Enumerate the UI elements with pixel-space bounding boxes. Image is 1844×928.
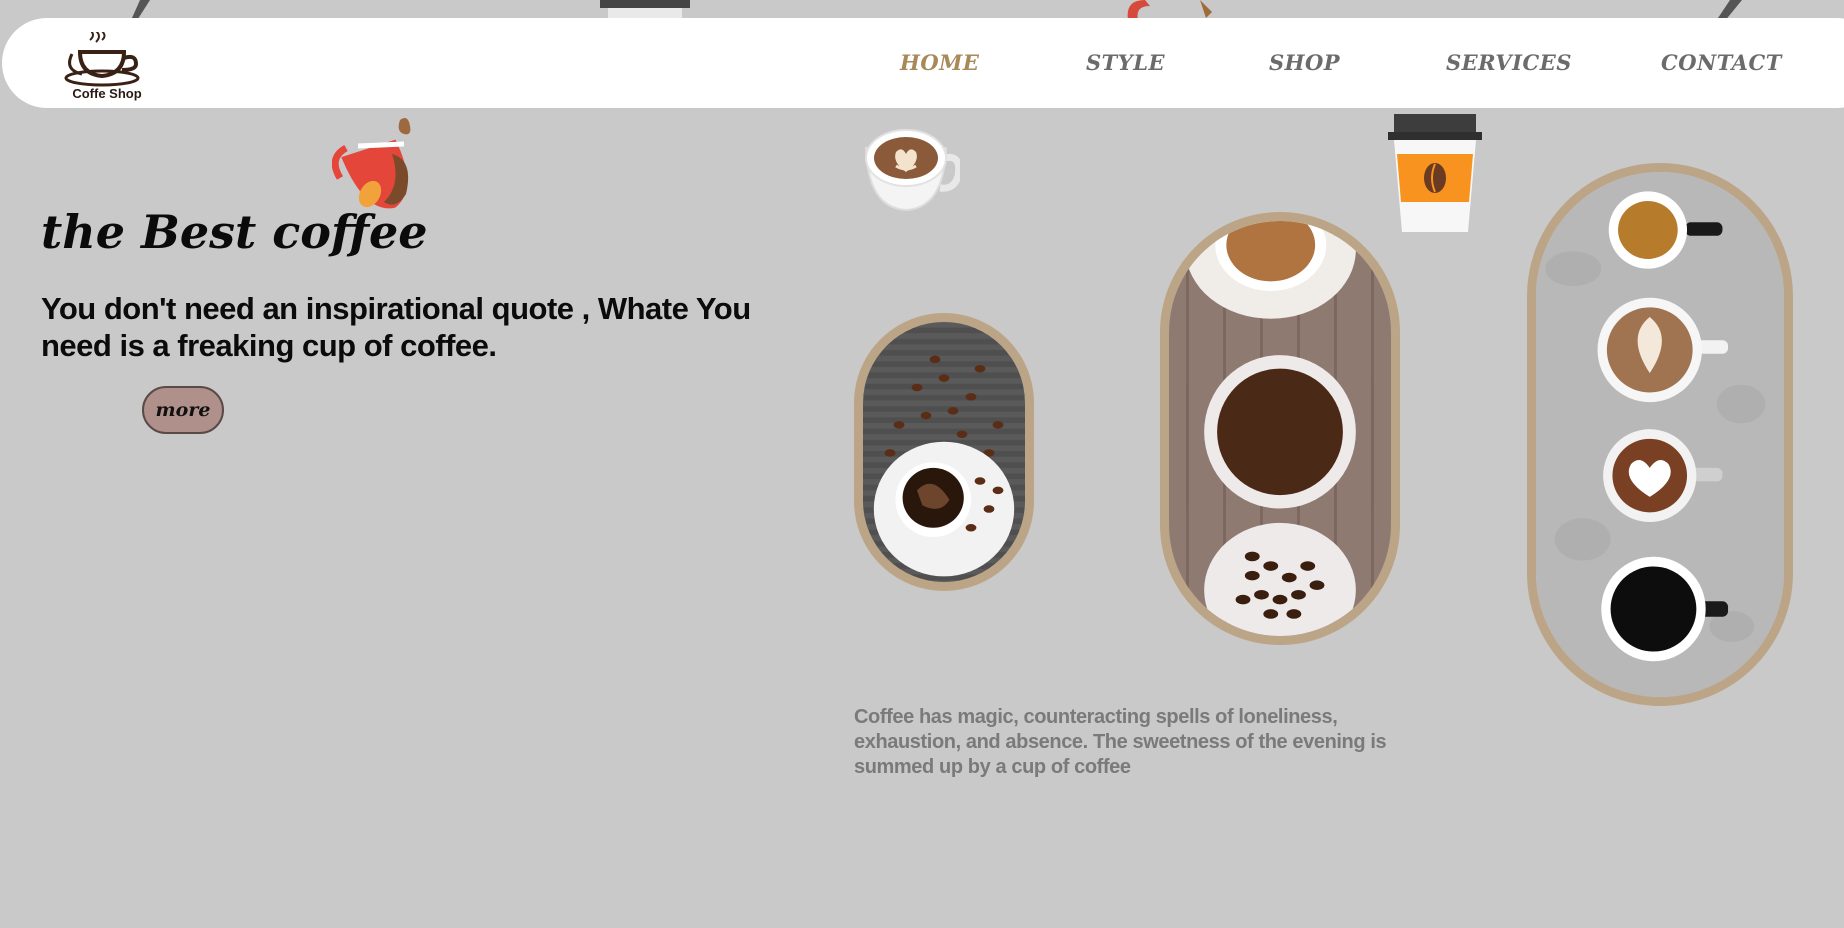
nav-home[interactable]: HOME xyxy=(900,50,979,75)
navbar: Coffe Shop HOME STYLE SHOP SERVICES CONT… xyxy=(2,18,1844,108)
nav-services[interactable]: SERVICES xyxy=(1446,50,1572,75)
hero-subtitle: You don't need an inspirational quote , … xyxy=(41,291,751,363)
brand-name: Coffe Shop xyxy=(72,86,142,101)
coffee-logo-icon xyxy=(64,29,140,87)
photo-coffee-ground-beans xyxy=(1160,212,1400,645)
takeaway-cup-icon xyxy=(1388,114,1482,232)
coffee-quote: Coffee has magic, counteracting spells o… xyxy=(854,706,1387,778)
latte-cup-icon xyxy=(864,129,960,212)
brand-logo[interactable]: Coffe Shop xyxy=(52,29,162,104)
photo-coffee-beans-cup xyxy=(854,313,1034,591)
hero-title: the Best coffee xyxy=(41,205,428,259)
photo-four-coffee-cups xyxy=(1527,163,1793,706)
nav-shop[interactable]: SHOP xyxy=(1269,50,1340,75)
nav-contact[interactable]: CONTACT xyxy=(1661,50,1782,75)
more-button[interactable]: more xyxy=(142,386,224,434)
nav-style[interactable]: STYLE xyxy=(1086,50,1165,75)
